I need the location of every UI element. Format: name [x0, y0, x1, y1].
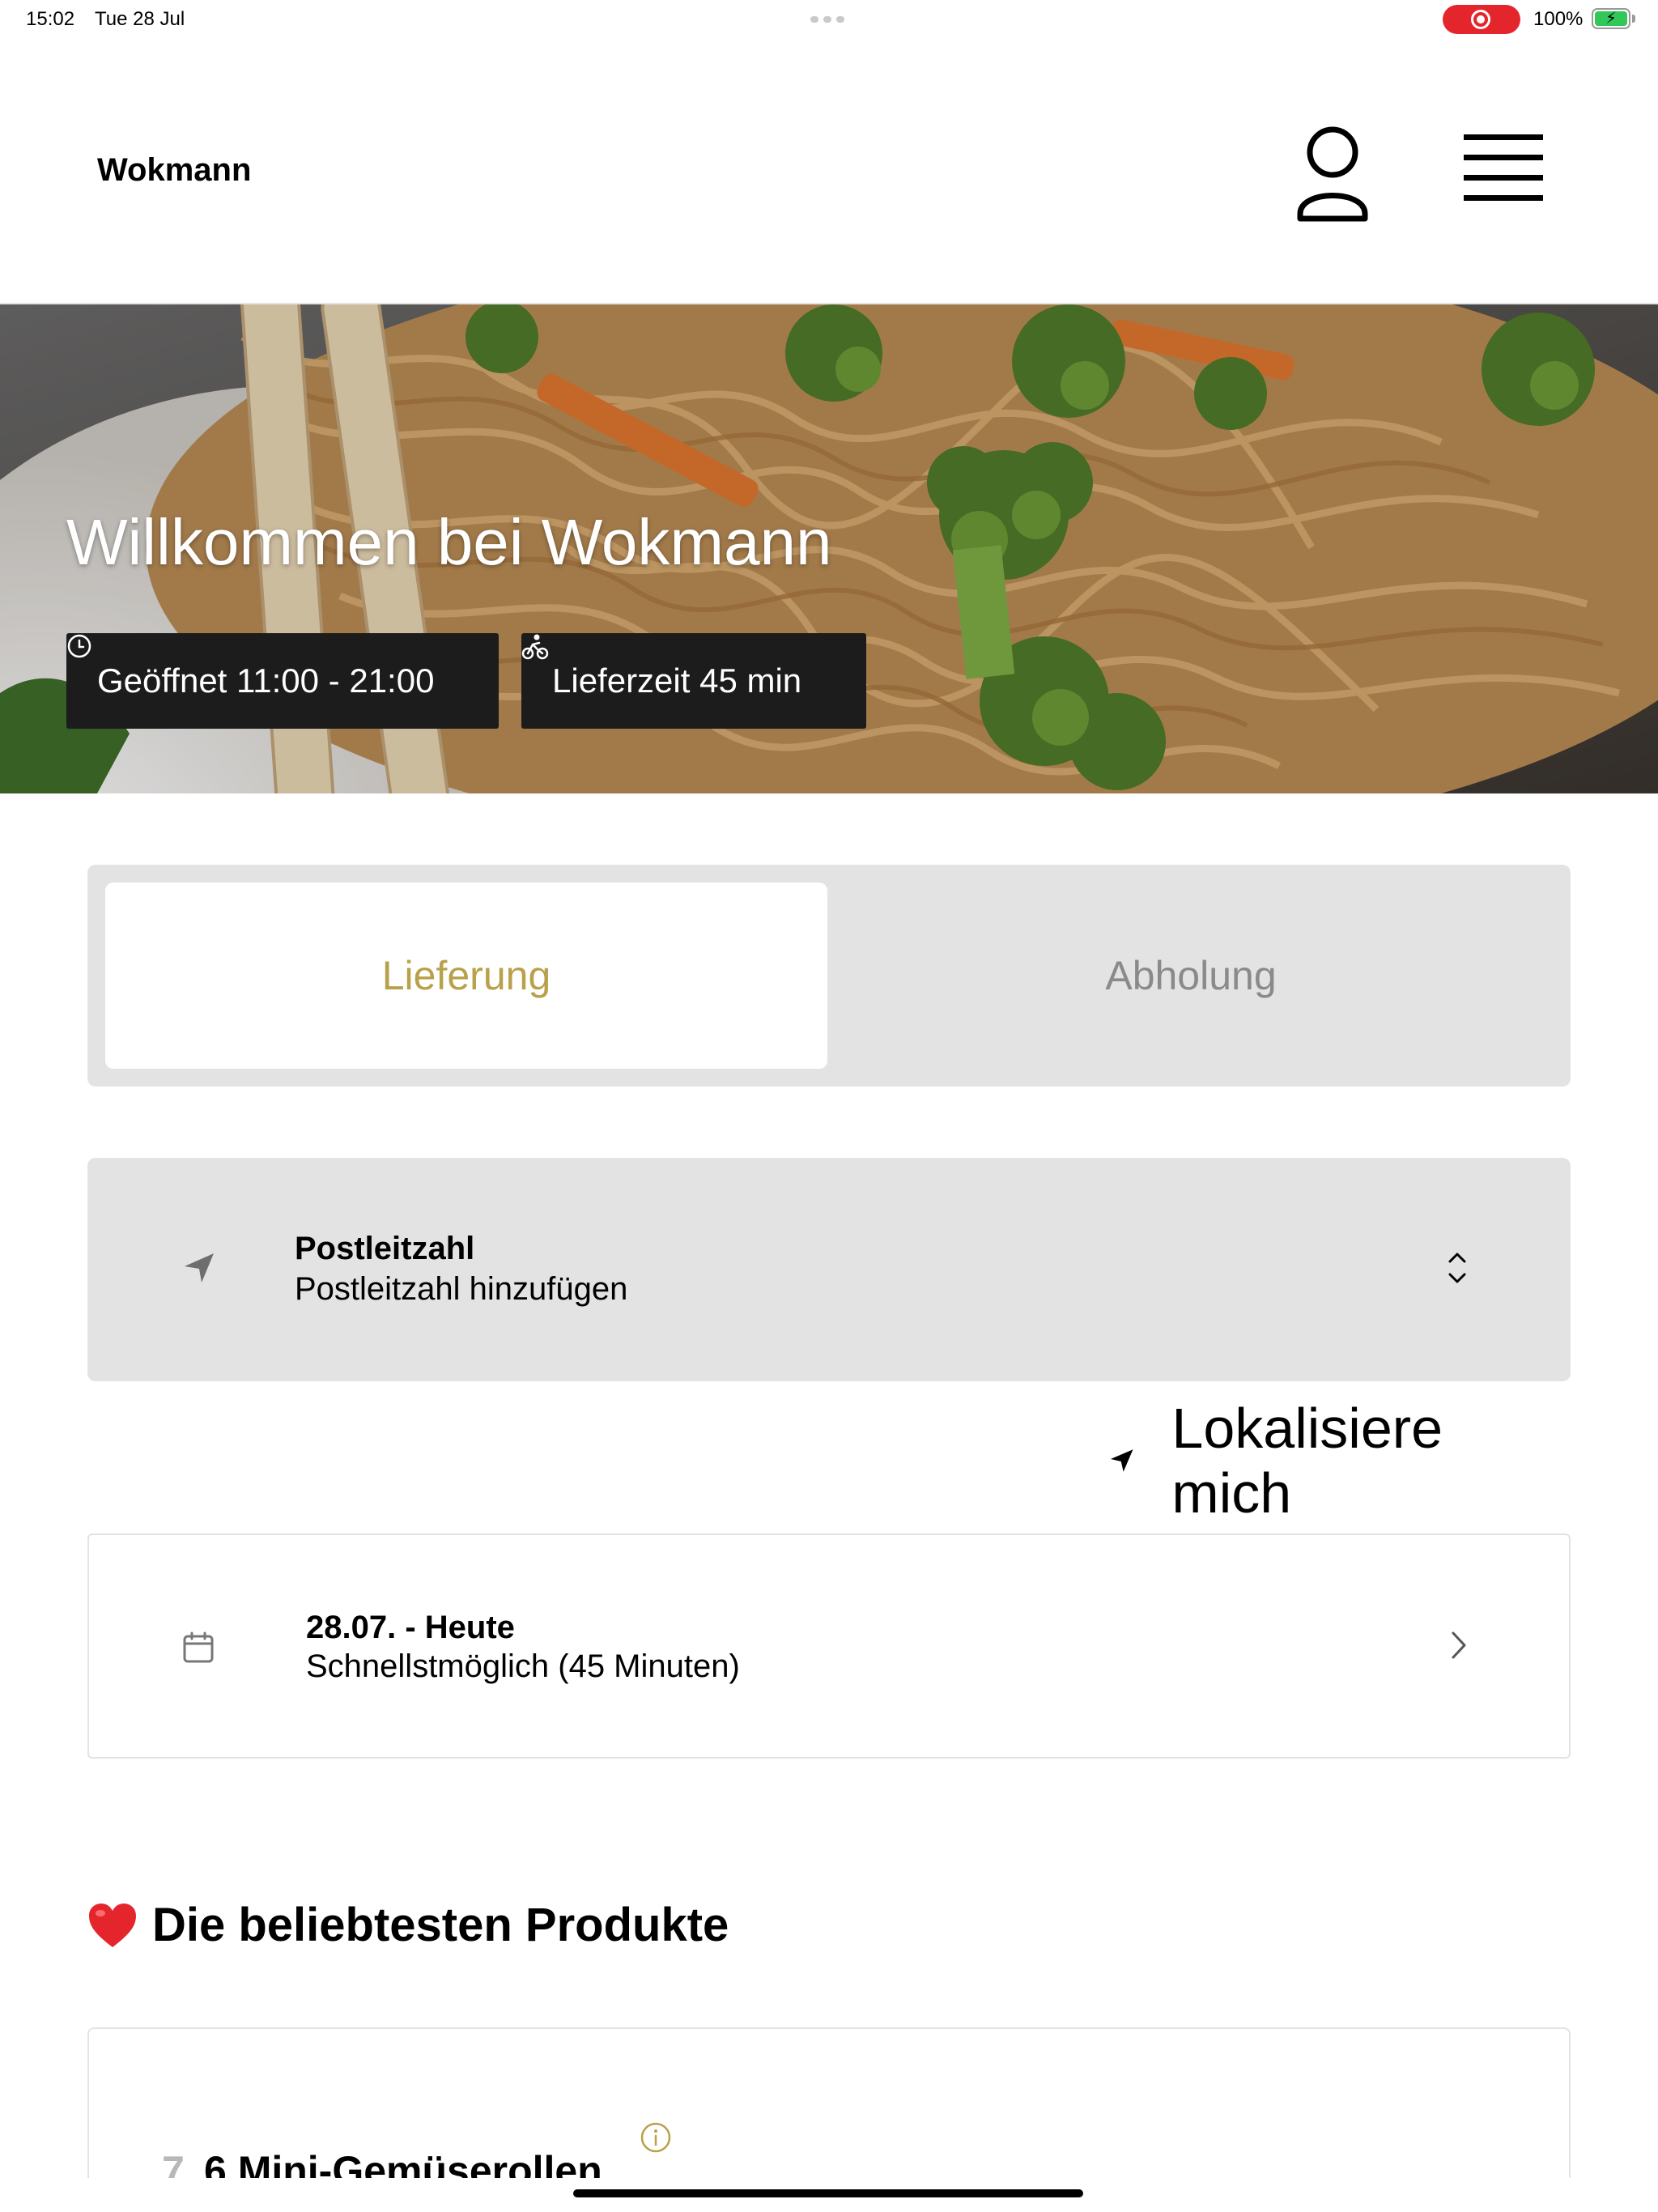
status-time: 15:02: [26, 8, 75, 30]
delivery-time-badge: Lieferzeit 45 min: [521, 633, 866, 729]
hero-title: Willkommen bei Wokmann: [66, 506, 832, 578]
location-arrow-icon: [1110, 1449, 1133, 1472]
calendar-icon: [183, 1631, 214, 1663]
hero-banner: Willkommen bei Wokmann Geöffnet 11:00 - …: [0, 304, 1658, 793]
tab-abholung[interactable]: Abholung: [829, 883, 1553, 1069]
app-screen: 15:02 Tue 28 Jul 100% ⚡ Wokmann Willkomm…: [0, 0, 1658, 2212]
battery-icon: ⚡: [1592, 8, 1630, 29]
popular-products-title: Die beliebtesten Produkte: [152, 1899, 729, 1951]
status-bar: 15:02 Tue 28 Jul 100% ⚡: [0, 0, 1658, 39]
battery-percentage: 100%: [1533, 8, 1584, 30]
postcode-title: Postleitzahl: [295, 1231, 475, 1266]
delivery-date-subtitle: Schnellstmöglich (45 Minuten): [306, 1648, 740, 1684]
postcode-placeholder: Postleitzahl hinzufügen: [295, 1271, 628, 1307]
chevron-right-icon: [1452, 1631, 1466, 1659]
clock-icon: [67, 634, 91, 658]
order-mode-toggle: Lieferung Abholung: [87, 865, 1571, 1087]
delivery-time-label: Lieferzeit 45 min: [552, 661, 802, 700]
opening-hours-label: Geöffnet 11:00 - 21:00: [97, 661, 435, 700]
location-arrow-icon: [185, 1253, 214, 1283]
hamburger-menu-icon[interactable]: [1464, 134, 1550, 207]
bicycle-icon: [521, 634, 549, 660]
delivery-date-selector[interactable]: 28.07. - Heute Schnellstmöglich (45 Minu…: [87, 1534, 1571, 1759]
heart-icon: [89, 1903, 136, 1947]
popular-products-heading: Die beliebtesten Produkte: [87, 1898, 729, 1952]
multitasking-dots-icon[interactable]: [810, 16, 846, 23]
status-date: Tue 28 Jul: [95, 8, 185, 30]
opening-hours-badge: Geöffnet 11:00 - 21:00: [66, 633, 499, 729]
locate-me-button[interactable]: Lokalisiere mich: [1109, 1397, 1571, 1525]
user-icon[interactable]: [1292, 125, 1373, 225]
app-header: Wokmann: [0, 39, 1658, 304]
battery-tip: [1632, 15, 1635, 23]
home-indicator[interactable]: [573, 2189, 1083, 2197]
screen-recording-icon[interactable]: [1443, 5, 1520, 34]
delivery-date-title: 28.07. - Heute: [306, 1610, 515, 1645]
tab-lieferung[interactable]: Lieferung: [105, 883, 827, 1069]
locate-me-label: Lokalisiere mich: [1171, 1397, 1443, 1525]
brand-logo[interactable]: Wokmann: [97, 152, 251, 189]
info-icon[interactable]: [640, 2121, 672, 2154]
postcode-selector[interactable]: Postleitzahl Postleitzahl hinzufügen: [87, 1158, 1571, 1381]
chevron-up-down-icon: [1448, 1253, 1466, 1283]
